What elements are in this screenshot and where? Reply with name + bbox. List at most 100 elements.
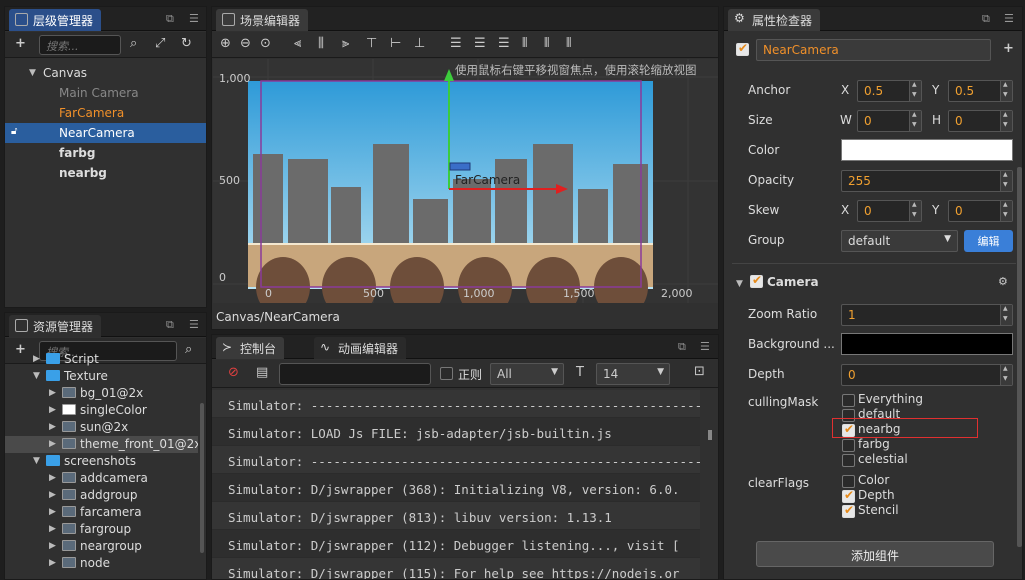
group-select[interactable]: default ▼: [841, 230, 958, 252]
stepper[interactable]: [1000, 171, 1012, 191]
distribute-center-icon[interactable]: ⫴: [544, 36, 549, 51]
caret-down-icon[interactable]: ▼: [33, 371, 40, 381]
level-select[interactable]: All ▼: [490, 363, 564, 385]
menu-icon[interactable]: ☰: [1004, 12, 1014, 25]
align-left-icon[interactable]: ⫷: [294, 36, 301, 51]
distribute-middle-icon[interactable]: ☰: [474, 36, 486, 51]
skew-y-input[interactable]: 0: [948, 200, 1013, 222]
caret-right-icon[interactable]: ▶: [49, 507, 56, 517]
distribute-top-icon[interactable]: ☰: [450, 36, 462, 51]
option-checkbox[interactable]: [842, 394, 855, 407]
scrollbar[interactable]: [708, 430, 712, 440]
expand-icon[interactable]: ⤢: [155, 36, 165, 51]
stepper[interactable]: [1000, 201, 1012, 221]
add-icon[interactable]: +: [15, 36, 26, 51]
stepper[interactable]: [909, 81, 921, 101]
add-component-button[interactable]: 添加组件: [756, 541, 994, 567]
caret-right-icon[interactable]: ▶: [49, 558, 56, 568]
tree-item-nearbg[interactable]: nearbg: [5, 163, 206, 183]
collapse-icon[interactable]: ⊡: [694, 364, 705, 379]
caret-down-icon[interactable]: ▼: [33, 456, 40, 466]
maximize-icon[interactable]: ⧉: [166, 12, 174, 26]
maximize-icon[interactable]: ⧉: [982, 12, 990, 26]
distribute-right-icon[interactable]: ⫴: [566, 36, 571, 51]
zoom-out-icon[interactable]: ⊖: [240, 36, 251, 51]
asset-row[interactable]: ▶ node: [5, 555, 198, 572]
asset-row[interactable]: ▼ screenshots: [5, 453, 198, 470]
stepper[interactable]: [909, 111, 921, 131]
lock-icon[interactable]: 🔓︎: [11, 126, 17, 137]
caret-down-icon[interactable]: ▼: [736, 279, 743, 289]
asset-row[interactable]: ▶ addcamera: [5, 470, 198, 487]
clear-icon[interactable]: ⊘: [228, 365, 239, 380]
scrollbar[interactable]: [200, 403, 204, 553]
caret-right-icon[interactable]: ▶: [49, 388, 56, 398]
distribute-bottom-icon[interactable]: ☰: [498, 36, 510, 51]
scrollbar[interactable]: [1017, 167, 1022, 547]
stepper[interactable]: [1000, 111, 1012, 131]
tab-assets[interactable]: 资源管理器: [9, 315, 102, 337]
asset-row[interactable]: ▼ Texture: [5, 368, 198, 385]
add-property-icon[interactable]: +: [1003, 41, 1014, 56]
opacity-input[interactable]: 255: [841, 170, 1013, 192]
align-center-icon[interactable]: ⫼: [318, 36, 324, 51]
caret-right-icon[interactable]: ▶: [49, 490, 56, 500]
asset-row[interactable]: ▶ theme_front_01@2x: [5, 436, 198, 453]
align-bottom-icon[interactable]: ⊥: [414, 36, 425, 51]
option-checkbox[interactable]: [842, 454, 855, 467]
zoom-reset-icon[interactable]: ⊙: [260, 36, 271, 51]
align-top-icon[interactable]: ⊤: [366, 36, 377, 51]
hierarchy-search-input[interactable]: 搜索...: [39, 35, 121, 55]
asset-row[interactable]: ▶ neargroup: [5, 538, 198, 555]
zoom-ratio-input[interactable]: 1: [841, 304, 1013, 326]
asset-row[interactable]: ▶ fargroup: [5, 521, 198, 538]
color-swatch[interactable]: [841, 139, 1013, 161]
asset-row[interactable]: ▶ farcamera: [5, 504, 198, 521]
asset-row[interactable]: ▶ singleColor: [5, 402, 198, 419]
caret-right-icon[interactable]: ▶: [49, 541, 56, 551]
stepper[interactable]: [1000, 305, 1012, 325]
scene-viewport[interactable]: 使用鼠标右键平移视窗焦点，使用滚轮缩放视图 1,000 500 0 0 500 …: [213, 59, 718, 303]
depth-input[interactable]: 0: [841, 364, 1013, 386]
console-filter-input[interactable]: [279, 363, 431, 385]
stepper[interactable]: [909, 201, 921, 221]
size-h-input[interactable]: 0: [948, 110, 1013, 132]
option-checkbox[interactable]: [842, 475, 855, 488]
align-right-icon[interactable]: ⫸: [342, 36, 349, 51]
skew-x-input[interactable]: 0: [857, 200, 922, 222]
caret-right-icon[interactable]: ▶: [49, 405, 56, 415]
caret-right-icon[interactable]: ▶: [49, 524, 56, 534]
background-color-swatch[interactable]: [841, 333, 1013, 355]
maximize-icon[interactable]: ⧉: [678, 340, 686, 354]
stepper[interactable]: [1000, 81, 1012, 101]
menu-icon[interactable]: ☰: [189, 12, 199, 25]
regex-checkbox[interactable]: [440, 367, 453, 380]
refresh-icon[interactable]: ↻: [181, 36, 192, 51]
asset-row[interactable]: ▶ Script: [5, 353, 198, 368]
tab-console[interactable]: ≻ 控制台: [216, 337, 285, 359]
file-icon[interactable]: ▤: [256, 365, 268, 380]
menu-icon[interactable]: ☰: [700, 340, 710, 353]
settings-icon[interactable]: ⚙: [998, 275, 1008, 288]
tab-animation[interactable]: ∿ 动画编辑器: [314, 337, 407, 359]
node-label[interactable]: FarCamera: [455, 173, 520, 187]
tree-item-far-camera[interactable]: FarCamera: [5, 103, 206, 123]
asset-row[interactable]: ▶ bg_01@2x: [5, 385, 198, 402]
node-name-input[interactable]: NearCamera: [756, 39, 991, 61]
tree-item-near-camera[interactable]: 🔓︎ NearCamera: [5, 123, 206, 143]
search-icon[interactable]: ⌕: [130, 36, 137, 51]
size-w-input[interactable]: 0: [857, 110, 922, 132]
menu-icon[interactable]: ☰: [189, 318, 199, 331]
tree-item-main-camera[interactable]: Main Camera: [5, 83, 206, 103]
tab-inspector[interactable]: ⚙ 属性检查器: [728, 9, 821, 31]
anchor-x-input[interactable]: 0.5: [857, 80, 922, 102]
font-size-select[interactable]: 14 ▼: [596, 363, 670, 385]
caret-right-icon[interactable]: ▶: [49, 439, 56, 449]
zoom-in-icon[interactable]: ⊕: [220, 36, 231, 51]
align-middle-icon[interactable]: ⊢: [390, 36, 401, 51]
option-checkbox[interactable]: [842, 503, 855, 518]
tree-item-farbg[interactable]: farbg: [5, 143, 206, 163]
caret-right-icon[interactable]: ▶: [49, 422, 56, 432]
caret-right-icon[interactable]: ▶: [33, 354, 40, 364]
option-checkbox[interactable]: [842, 488, 855, 503]
